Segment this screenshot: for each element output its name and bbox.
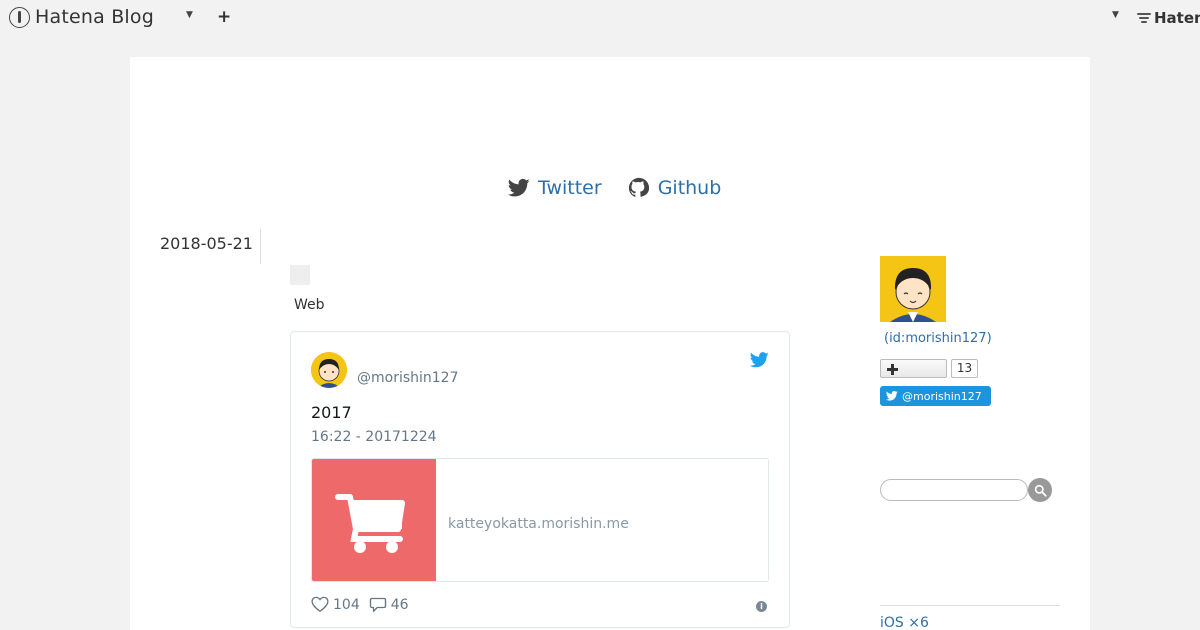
user-menu-caret-icon[interactable]: ▼ (1112, 10, 1119, 20)
search-icon (1034, 484, 1047, 497)
top-navbar: Hatena Blog ▼ + ▼ Haten (0, 0, 1200, 38)
new-post-plus-icon[interactable]: + (217, 7, 231, 27)
tweet-avatar[interactable] (311, 352, 347, 388)
sidebar-divider (880, 605, 1060, 606)
avatar-face-icon (311, 352, 347, 388)
twitter-link[interactable]: Twitter (508, 177, 602, 199)
entry-date[interactable]: 2018-05-21 (160, 234, 253, 253)
entry-category[interactable]: Web (294, 297, 325, 313)
twitter-follow-button[interactable]: @morishin127 (880, 386, 991, 406)
like-count: 104 (333, 596, 360, 613)
blog-menu-caret-icon[interactable]: ▼ (186, 10, 193, 20)
hatena-logo-icon (9, 6, 30, 28)
follow-button[interactable] (880, 359, 947, 378)
profile-avatar[interactable] (880, 256, 946, 322)
search-button[interactable] (1028, 478, 1052, 502)
twitter-follow-bird-icon (886, 391, 898, 401)
reply-count: 46 (390, 596, 409, 613)
reply-action[interactable]: 46 (369, 596, 409, 613)
github-link-label: Github (657, 177, 722, 199)
hatena-account-label: Haten (1154, 9, 1200, 27)
like-action[interactable]: 104 (311, 596, 360, 613)
heart-icon (311, 596, 329, 613)
hatena-blog-logo[interactable]: Hatena Blog (9, 6, 154, 28)
follower-count: 13 (951, 359, 978, 378)
tweet-text: 2017 (311, 403, 352, 422)
link-card-domain: katteyokatta.morishin.me (448, 516, 629, 532)
social-links: Twitter Github (508, 177, 721, 199)
github-icon (628, 177, 649, 197)
tweet-actions: 104 46 (311, 596, 409, 613)
sidebar-category-ios[interactable]: iOS ×6 (880, 615, 929, 630)
search-input[interactable] (880, 479, 1028, 501)
tweet-timestamp[interactable]: 16:22 - 20171224 (311, 429, 437, 445)
date-divider (260, 229, 261, 264)
tweet-author-handle[interactable]: @morishin127 (357, 370, 459, 386)
reply-bubble-icon (369, 597, 386, 612)
blog-container: Twitter Github 2018-05-21 Web @morishin1… (130, 57, 1090, 630)
profile-face-icon (880, 256, 946, 322)
profile-user-id[interactable]: (id:morishin127) (884, 331, 992, 346)
shopping-cart-icon (335, 494, 405, 553)
entry-thumbnail (290, 265, 310, 285)
twitter-bird-icon[interactable] (750, 352, 769, 368)
embedded-tweet[interactable]: @morishin127 2017 16:22 - 20171224 katte… (290, 331, 790, 628)
info-icon[interactable]: i (756, 601, 767, 612)
github-link[interactable]: Github (628, 177, 722, 199)
tweet-link-card[interactable]: katteyokatta.morishin.me (311, 458, 769, 582)
twitter-follow-label: @morishin127 (902, 389, 982, 403)
link-card-image (312, 459, 436, 581)
hatena-signal-icon (1137, 13, 1151, 23)
hatena-account-link[interactable]: Haten (1137, 9, 1200, 27)
twitter-icon (508, 178, 530, 197)
twitter-link-label: Twitter (538, 177, 602, 199)
brand-title: Hatena Blog (35, 6, 154, 28)
